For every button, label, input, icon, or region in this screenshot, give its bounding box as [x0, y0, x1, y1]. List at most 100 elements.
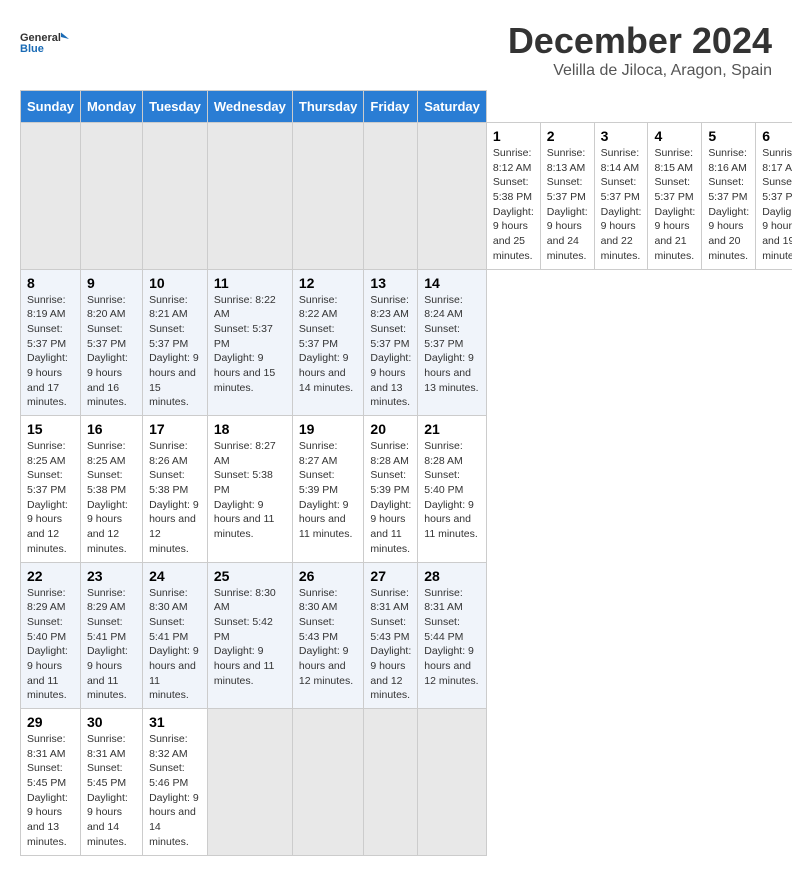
day-info: Sunrise: 8:27 AM Sunset: 5:38 PM Dayligh…: [214, 439, 286, 542]
day-info: Sunrise: 8:24 AM Sunset: 5:37 PM Dayligh…: [424, 293, 480, 396]
day-number: 31: [149, 714, 201, 730]
day-number: 12: [299, 275, 358, 291]
calendar-cell: [207, 123, 292, 270]
calendar-cell: 6 Sunrise: 8:17 AM Sunset: 5:37 PM Dayli…: [756, 123, 792, 270]
day-number: 22: [27, 568, 74, 584]
day-info: Sunrise: 8:22 AM Sunset: 5:37 PM Dayligh…: [299, 293, 358, 396]
day-number: 30: [87, 714, 136, 730]
day-info: Sunrise: 8:32 AM Sunset: 5:46 PM Dayligh…: [149, 732, 201, 850]
day-number: 5: [708, 128, 749, 144]
week-row-3: 15 Sunrise: 8:25 AM Sunset: 5:37 PM Dayl…: [21, 416, 792, 563]
day-number: 1: [493, 128, 534, 144]
day-info: Sunrise: 8:29 AM Sunset: 5:41 PM Dayligh…: [87, 586, 136, 704]
col-header-wednesday: Wednesday: [207, 91, 292, 123]
calendar-cell: [364, 123, 418, 270]
day-info: Sunrise: 8:13 AM Sunset: 5:37 PM Dayligh…: [547, 146, 588, 264]
day-number: 16: [87, 421, 136, 437]
calendar-cell: [21, 123, 81, 270]
day-number: 17: [149, 421, 201, 437]
day-info: Sunrise: 8:19 AM Sunset: 5:37 PM Dayligh…: [27, 293, 74, 411]
month-title: December 2024: [508, 20, 772, 62]
day-info: Sunrise: 8:22 AM Sunset: 5:37 PM Dayligh…: [214, 293, 286, 396]
day-number: 24: [149, 568, 201, 584]
day-info: Sunrise: 8:17 AM Sunset: 5:37 PM Dayligh…: [762, 146, 792, 264]
day-info: Sunrise: 8:31 AM Sunset: 5:45 PM Dayligh…: [27, 732, 74, 850]
day-number: 23: [87, 568, 136, 584]
week-row-4: 22 Sunrise: 8:29 AM Sunset: 5:40 PM Dayl…: [21, 562, 792, 709]
day-number: 8: [27, 275, 74, 291]
col-header-friday: Friday: [364, 91, 418, 123]
day-number: 28: [424, 568, 480, 584]
calendar-cell: 30 Sunrise: 8:31 AM Sunset: 5:45 PM Dayl…: [80, 709, 142, 856]
calendar-cell: 2 Sunrise: 8:13 AM Sunset: 5:37 PM Dayli…: [540, 123, 594, 270]
calendar-cell: 5 Sunrise: 8:16 AM Sunset: 5:37 PM Dayli…: [702, 123, 756, 270]
day-info: Sunrise: 8:15 AM Sunset: 5:37 PM Dayligh…: [654, 146, 695, 264]
day-number: 20: [370, 421, 411, 437]
day-info: Sunrise: 8:30 AM Sunset: 5:41 PM Dayligh…: [149, 586, 201, 704]
calendar-cell: 24 Sunrise: 8:30 AM Sunset: 5:41 PM Dayl…: [143, 562, 208, 709]
day-number: 27: [370, 568, 411, 584]
calendar-cell: 19 Sunrise: 8:27 AM Sunset: 5:39 PM Dayl…: [292, 416, 364, 563]
calendar-cell: 25 Sunrise: 8:30 AM Sunset: 5:42 PM Dayl…: [207, 562, 292, 709]
day-number: 3: [601, 128, 642, 144]
week-row-2: 8 Sunrise: 8:19 AM Sunset: 5:37 PM Dayli…: [21, 269, 792, 416]
logo-svg: General Blue: [20, 20, 70, 65]
col-header-tuesday: Tuesday: [143, 91, 208, 123]
calendar-cell: [143, 123, 208, 270]
day-number: 2: [547, 128, 588, 144]
day-info: Sunrise: 8:28 AM Sunset: 5:40 PM Dayligh…: [424, 439, 480, 542]
calendar-cell: 26 Sunrise: 8:30 AM Sunset: 5:43 PM Dayl…: [292, 562, 364, 709]
calendar-cell: 11 Sunrise: 8:22 AM Sunset: 5:37 PM Dayl…: [207, 269, 292, 416]
day-number: 19: [299, 421, 358, 437]
calendar-cell: 17 Sunrise: 8:26 AM Sunset: 5:38 PM Dayl…: [143, 416, 208, 563]
day-info: Sunrise: 8:31 AM Sunset: 5:45 PM Dayligh…: [87, 732, 136, 850]
calendar-cell: 12 Sunrise: 8:22 AM Sunset: 5:37 PM Dayl…: [292, 269, 364, 416]
day-info: Sunrise: 8:23 AM Sunset: 5:37 PM Dayligh…: [370, 293, 411, 411]
day-info: Sunrise: 8:25 AM Sunset: 5:38 PM Dayligh…: [87, 439, 136, 557]
calendar-cell: 15 Sunrise: 8:25 AM Sunset: 5:37 PM Dayl…: [21, 416, 81, 563]
calendar-table: SundayMondayTuesdayWednesdayThursdayFrid…: [20, 90, 792, 856]
calendar-cell: 4 Sunrise: 8:15 AM Sunset: 5:37 PM Dayli…: [648, 123, 702, 270]
day-info: Sunrise: 8:26 AM Sunset: 5:38 PM Dayligh…: [149, 439, 201, 557]
day-info: Sunrise: 8:31 AM Sunset: 5:44 PM Dayligh…: [424, 586, 480, 689]
day-info: Sunrise: 8:16 AM Sunset: 5:37 PM Dayligh…: [708, 146, 749, 264]
week-row-5: 29 Sunrise: 8:31 AM Sunset: 5:45 PM Dayl…: [21, 709, 792, 856]
calendar-cell: 27 Sunrise: 8:31 AM Sunset: 5:43 PM Dayl…: [364, 562, 418, 709]
day-info: Sunrise: 8:30 AM Sunset: 5:43 PM Dayligh…: [299, 586, 358, 689]
calendar-cell: 9 Sunrise: 8:20 AM Sunset: 5:37 PM Dayli…: [80, 269, 142, 416]
calendar-cell: 16 Sunrise: 8:25 AM Sunset: 5:38 PM Dayl…: [80, 416, 142, 563]
col-header-sunday: Sunday: [21, 91, 81, 123]
col-header-monday: Monday: [80, 91, 142, 123]
header-row: SundayMondayTuesdayWednesdayThursdayFrid…: [21, 91, 792, 123]
day-number: 18: [214, 421, 286, 437]
day-info: Sunrise: 8:14 AM Sunset: 5:37 PM Dayligh…: [601, 146, 642, 264]
svg-text:General: General: [20, 32, 61, 44]
calendar-cell: 10 Sunrise: 8:21 AM Sunset: 5:37 PM Dayl…: [143, 269, 208, 416]
calendar-cell: 29 Sunrise: 8:31 AM Sunset: 5:45 PM Dayl…: [21, 709, 81, 856]
day-info: Sunrise: 8:31 AM Sunset: 5:43 PM Dayligh…: [370, 586, 411, 704]
calendar-cell: [207, 709, 292, 856]
calendar-cell: 13 Sunrise: 8:23 AM Sunset: 5:37 PM Dayl…: [364, 269, 418, 416]
calendar-cell: 22 Sunrise: 8:29 AM Sunset: 5:40 PM Dayl…: [21, 562, 81, 709]
day-info: Sunrise: 8:21 AM Sunset: 5:37 PM Dayligh…: [149, 293, 201, 411]
title-block: December 2024 Velilla de Jiloca, Aragon,…: [508, 20, 772, 80]
calendar-cell: 3 Sunrise: 8:14 AM Sunset: 5:37 PM Dayli…: [594, 123, 648, 270]
location: Velilla de Jiloca, Aragon, Spain: [508, 62, 772, 80]
day-number: 10: [149, 275, 201, 291]
day-number: 9: [87, 275, 136, 291]
day-info: Sunrise: 8:30 AM Sunset: 5:42 PM Dayligh…: [214, 586, 286, 689]
day-info: Sunrise: 8:12 AM Sunset: 5:38 PM Dayligh…: [493, 146, 534, 264]
col-header-saturday: Saturday: [418, 91, 487, 123]
day-number: 21: [424, 421, 480, 437]
week-row-1: 1 Sunrise: 8:12 AM Sunset: 5:38 PM Dayli…: [21, 123, 792, 270]
calendar-cell: [292, 709, 364, 856]
day-number: 25: [214, 568, 286, 584]
day-number: 15: [27, 421, 74, 437]
day-info: Sunrise: 8:28 AM Sunset: 5:39 PM Dayligh…: [370, 439, 411, 557]
calendar-cell: 14 Sunrise: 8:24 AM Sunset: 5:37 PM Dayl…: [418, 269, 487, 416]
calendar-cell: 18 Sunrise: 8:27 AM Sunset: 5:38 PM Dayl…: [207, 416, 292, 563]
day-info: Sunrise: 8:29 AM Sunset: 5:40 PM Dayligh…: [27, 586, 74, 704]
logo: General Blue: [20, 20, 70, 65]
svg-text:Blue: Blue: [20, 43, 44, 55]
day-number: 29: [27, 714, 74, 730]
